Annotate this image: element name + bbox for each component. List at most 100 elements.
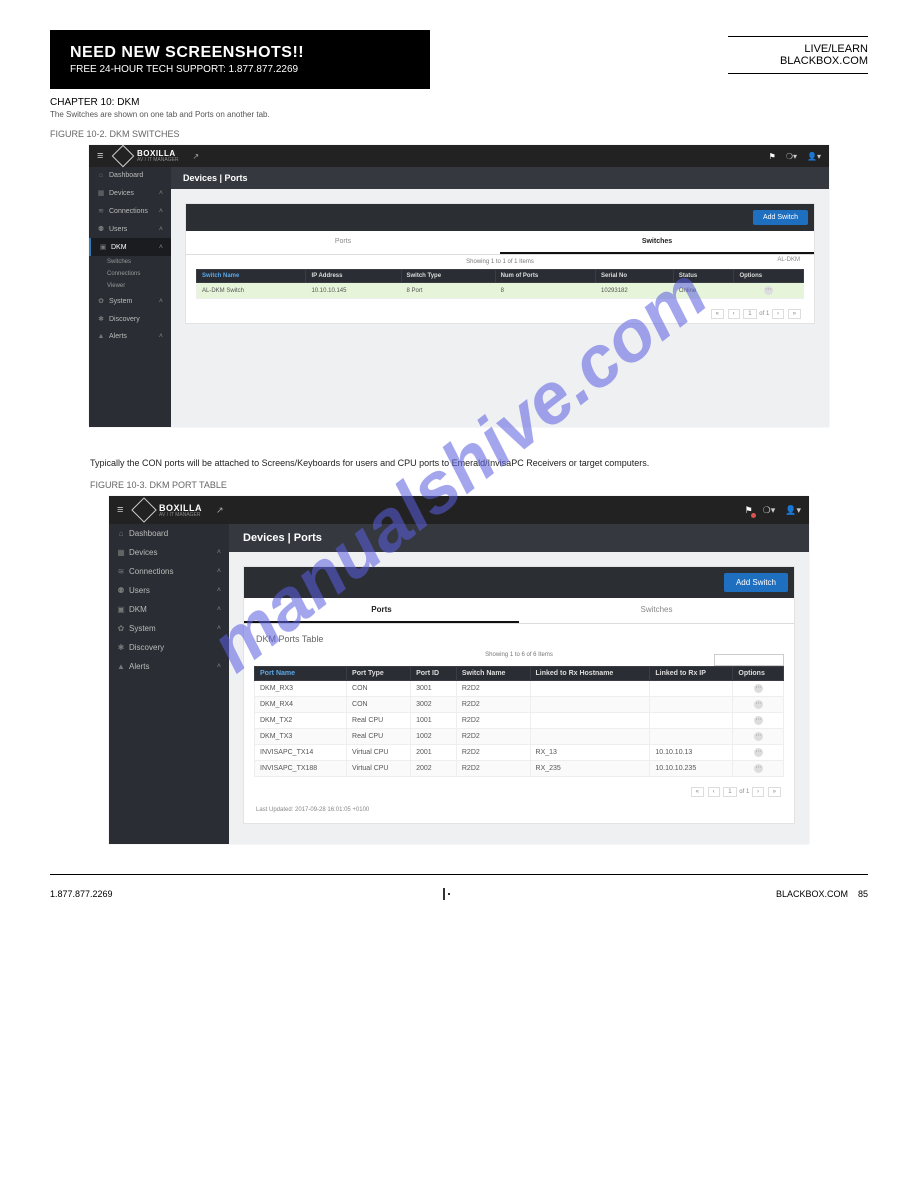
user-menu-icon[interactable]: 👤▾ — [785, 505, 801, 516]
col-header[interactable]: Linked to Rx Hostname — [530, 667, 650, 681]
add-switch-button[interactable]: Add Switch — [753, 210, 808, 225]
user-menu-icon[interactable]: 👤▾ — [807, 152, 821, 161]
nav-icon: ✱ — [117, 643, 125, 652]
chevron-icon: ˄ — [159, 226, 163, 233]
col-header[interactable]: Port Type — [347, 667, 411, 681]
pager-page: 1 — [743, 309, 756, 319]
subtext-2: Typically the CON ports will be attached… — [90, 457, 828, 470]
content-panel: Add Switch Ports Switches Showing 1 to 1… — [185, 203, 815, 324]
sidebar-item-label: Discovery — [129, 643, 221, 652]
sidebar-item-alerts[interactable]: ▲Alerts˄ — [89, 328, 171, 345]
row-options[interactable]: ⋯ — [733, 713, 784, 729]
help-icon[interactable]: ❍▾ — [763, 505, 776, 516]
pager-next[interactable]: › — [772, 309, 784, 319]
col-header[interactable]: Switch Type — [401, 270, 495, 283]
pager-last[interactable]: » — [788, 309, 801, 319]
sidebar-item-alerts[interactable]: ▲Alerts˄ — [109, 657, 229, 676]
row-options[interactable]: ⋯ — [733, 681, 784, 697]
row-options[interactable]: ⋯ — [733, 729, 784, 745]
table-row[interactable]: INVISAPC_TX188Virtual CPU2002R2D2RX_2351… — [255, 761, 784, 777]
pager-first[interactable]: « — [691, 787, 704, 797]
chevron-icon: ˄ — [159, 208, 163, 215]
table-row[interactable]: DKM_TX2Real CPU1001R2D2⋯ — [255, 713, 784, 729]
col-header[interactable]: Port Name — [255, 667, 347, 681]
chevron-icon: ˄ — [159, 190, 163, 197]
pager-page: 1 — [723, 787, 736, 797]
popout-icon[interactable]: ↗ — [193, 152, 200, 161]
pager-next[interactable]: › — [752, 787, 764, 797]
sidebar-item-label: Connections — [109, 208, 159, 215]
sidebar-item-dashboard[interactable]: ⌂Dashboard — [109, 524, 229, 543]
pager-first[interactable]: « — [711, 309, 724, 319]
col-header[interactable]: Status — [673, 270, 734, 283]
help-icon[interactable]: ❍▾ — [786, 152, 797, 161]
brand-sub: AV / IT MANAGER — [137, 157, 179, 163]
table-row[interactable]: AL-DKM Switch10.10.10.1458 Port810293182… — [197, 283, 804, 299]
add-switch-button[interactable]: Add Switch — [724, 573, 788, 592]
tab-switches[interactable]: Switches — [500, 231, 814, 254]
row-options[interactable]: ⋯ — [733, 745, 784, 761]
flag-icon[interactable]: ⚑ — [769, 152, 776, 161]
table-row[interactable]: DKM_RX4CON3002R2D2⋯ — [255, 697, 784, 713]
sidebar-item-discovery[interactable]: ✱ Discovery — [109, 638, 229, 657]
pager-prev[interactable]: ‹ — [728, 309, 740, 319]
sidebar-item-label: DKM — [129, 605, 217, 614]
table-row[interactable]: DKM_RX3CON3001R2D2⋯ — [255, 681, 784, 697]
col-header[interactable]: Port ID — [411, 667, 457, 681]
search-input[interactable] — [714, 654, 784, 666]
row-options[interactable]: ⋯ — [734, 283, 804, 299]
brand-diamond-icon — [131, 497, 156, 522]
col-header[interactable]: Linked to Rx IP — [650, 667, 733, 681]
col-header[interactable]: Switch Name — [456, 667, 530, 681]
nav-icon: ✿ — [97, 297, 105, 305]
sidebar-item-connections[interactable]: ≋Connections˄ — [89, 202, 171, 220]
pager-last[interactable]: » — [768, 787, 781, 797]
col-header[interactable]: Num of Ports — [495, 270, 595, 283]
screenshot-switches: BOXILLA AV / IT MANAGER ↗ ⚑ ❍▾ 👤▾ ⌂Dashb… — [89, 145, 829, 427]
chevron-icon: ˄ — [217, 587, 221, 594]
footer-phone: 1.877.877.2269 — [50, 889, 113, 899]
footer-site: BLACKBOX.COM — [776, 889, 848, 899]
nav-icon: ▲ — [117, 662, 125, 671]
doc-footer: 1.877.877.2269 BLACKBOX.COM 85 — [50, 874, 868, 899]
sidebar-item-dkm[interactable]: ▣DKM˄ — [89, 238, 171, 256]
sidebar-sub-viewer[interactable]: Viewer — [107, 280, 171, 292]
sidebar-item-label: Dashboard — [109, 172, 163, 179]
row-options[interactable]: ⋯ — [733, 697, 784, 713]
sidebar-item-label: Alerts — [129, 662, 217, 671]
table-row[interactable]: DKM_TX3Real CPU1002R2D2⋯ — [255, 729, 784, 745]
sidebar-item-devices[interactable]: ▦Devices˄ — [89, 184, 171, 202]
col-header[interactable]: IP Address — [306, 270, 401, 283]
sidebar-item-dkm[interactable]: ▣DKM˄ — [109, 600, 229, 619]
chevron-icon: ˄ — [217, 568, 221, 575]
content-panel: Add Switch Ports Switches DKM Ports Tabl… — [243, 566, 795, 824]
col-header[interactable]: Options — [734, 270, 804, 283]
sidebar-item-users[interactable]: ⚉Users˄ — [89, 220, 171, 238]
sidebar-sub-switches[interactable]: Switches — [107, 256, 171, 268]
sidebar-item-users[interactable]: ⚉Users˄ — [109, 581, 229, 600]
nav-icon: ⌂ — [97, 172, 105, 179]
sidebar-item-devices[interactable]: ▦Devices˄ — [109, 543, 229, 562]
tab-ports[interactable]: Ports — [186, 231, 500, 254]
flag-icon[interactable]: ⚑ — [745, 505, 753, 516]
table-row[interactable]: INVISAPC_TX14Virtual CPU2001R2D2RX_1310.… — [255, 745, 784, 761]
sidebar-item-label: Alerts — [109, 333, 159, 340]
sidebar-item-connections[interactable]: ≋Connections˄ — [109, 562, 229, 581]
hamburger-icon[interactable] — [117, 504, 129, 516]
hamburger-icon[interactable] — [97, 150, 109, 162]
popout-icon[interactable]: ↗ — [216, 505, 224, 516]
sidebar-item-discovery[interactable]: ✱Discovery — [89, 310, 171, 328]
col-header[interactable]: Options — [733, 667, 784, 681]
doc-subtitle: FREE 24-HOUR TECH SUPPORT: 1.877.877.226… — [70, 64, 410, 75]
sidebar-item-dashboard[interactable]: ⌂ Dashboard — [89, 167, 171, 184]
sidebar-sub-connections[interactable]: Connections — [107, 268, 171, 280]
row-options[interactable]: ⋯ — [733, 761, 784, 777]
tab-switches[interactable]: Switches — [519, 598, 794, 623]
col-header[interactable]: Serial No — [596, 270, 674, 283]
sidebar-item-system[interactable]: ✿System˄ — [89, 292, 171, 310]
tab-ports[interactable]: Ports — [244, 598, 519, 623]
sidebar-item-system[interactable]: ✿System˄ — [109, 619, 229, 638]
col-header[interactable]: Switch Name — [197, 270, 306, 283]
brand-sub: AV / IT MANAGER — [159, 512, 202, 518]
pager-prev[interactable]: ‹ — [708, 787, 720, 797]
